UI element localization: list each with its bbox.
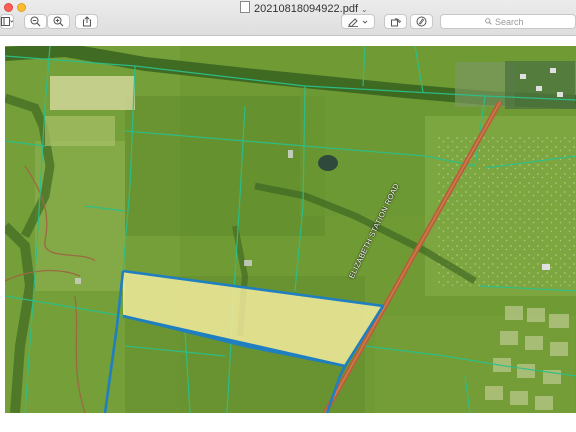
minimize-window-button[interactable]: [17, 3, 26, 12]
search-icon: [485, 18, 492, 25]
pdf-page-aerial-map[interactable]: ELIZABETH STATION ROAD: [5, 46, 576, 413]
annotate-button[interactable]: [410, 14, 433, 29]
aerial-photo: [5, 46, 576, 413]
search-input[interactable]: [492, 16, 575, 27]
page-bottom-margin: [0, 413, 576, 432]
rotate-icon: [391, 18, 401, 27]
zoom-in-button[interactable]: [47, 14, 70, 29]
markup-circle-icon: [416, 16, 427, 27]
sidebar-toggle-button[interactable]: [0, 14, 14, 29]
close-window-button[interactable]: [4, 3, 13, 12]
window-titlebar: 20210818094922.pdf ⌄: [0, 0, 576, 36]
search-field[interactable]: [440, 14, 576, 29]
share-icon: [82, 16, 91, 27]
zoom-in-icon: [53, 16, 64, 27]
pdf-document-icon: [240, 1, 250, 13]
markup-button[interactable]: [341, 14, 375, 29]
share-button[interactable]: [75, 14, 98, 29]
window-title-text: 20210818094922.pdf: [254, 3, 358, 15]
rotate-button[interactable]: [384, 14, 407, 29]
sidebar-icon: [1, 17, 13, 26]
toolbar-separator: [0, 36, 576, 46]
zoom-out-icon: [30, 16, 41, 27]
zoom-out-button[interactable]: [24, 14, 47, 29]
chevron-down-icon: ⌄: [361, 5, 368, 14]
chevron-down-icon: [362, 20, 368, 24]
pen-icon: [348, 17, 368, 27]
window-title[interactable]: 20210818094922.pdf ⌄: [240, 1, 368, 15]
